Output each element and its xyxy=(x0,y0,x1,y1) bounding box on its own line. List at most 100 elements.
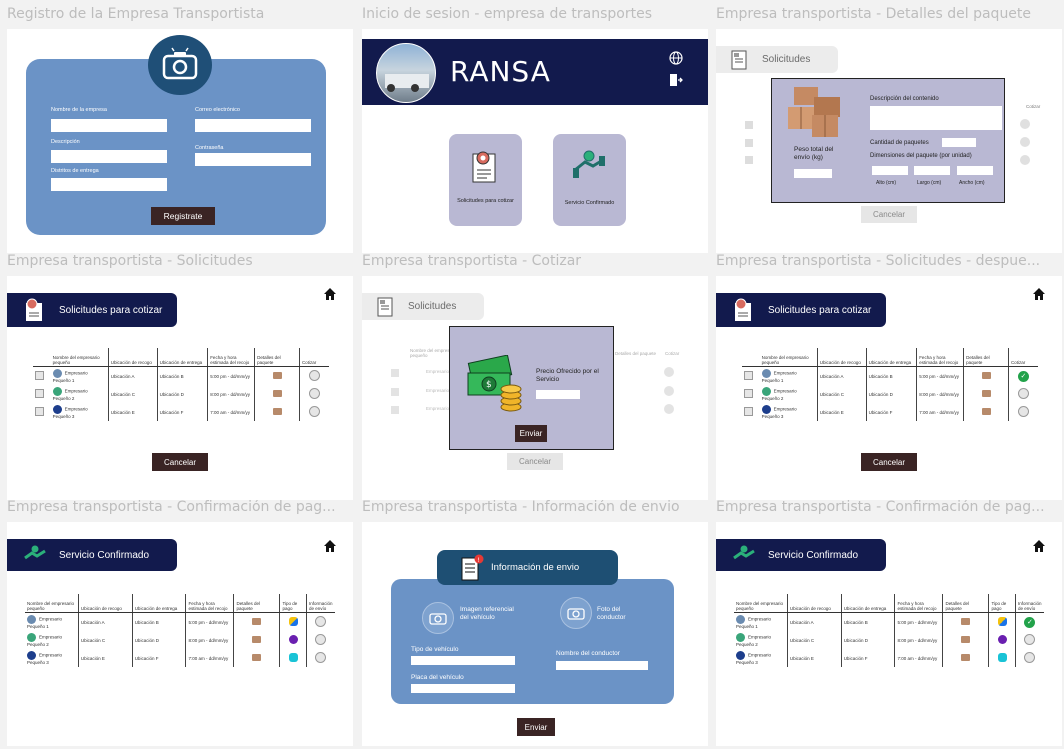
package-icon[interactable] xyxy=(961,636,971,643)
frame-label-login: Inicio de sesion - empresa de transporte… xyxy=(362,6,652,22)
price-field[interactable] xyxy=(536,390,580,399)
cotizar-radio[interactable] xyxy=(308,370,320,381)
cantidad-field[interactable] xyxy=(942,138,976,147)
th-info: Información de envío xyxy=(1014,594,1044,613)
vehicle-camera-icon[interactable] xyxy=(422,602,454,634)
peso-field[interactable] xyxy=(794,169,832,178)
driver-camera-icon[interactable] xyxy=(560,597,592,629)
package-icon[interactable] xyxy=(961,618,971,625)
cancel-button[interactable]: Cancelar xyxy=(861,453,917,471)
info-radio[interactable] xyxy=(315,616,327,627)
imagen-vehiculo-label: Imagen referencial del vehículo xyxy=(460,606,514,621)
package-icon[interactable] xyxy=(252,654,262,661)
largo-field[interactable] xyxy=(914,166,950,175)
company-logo xyxy=(761,387,771,396)
cancel-button[interactable]: Cancelar xyxy=(861,206,917,223)
bg-checkbox xyxy=(391,406,399,414)
row-recogo: Ubicación C xyxy=(107,385,158,403)
package-icon[interactable] xyxy=(252,636,262,643)
confirmed-table: Nombre del empresario pequeño Ubicación … xyxy=(25,594,335,667)
cantidad-label: Cantidad de paquetes xyxy=(870,140,929,146)
cotizar-radio[interactable] xyxy=(308,406,320,417)
home-icon[interactable] xyxy=(1032,539,1046,553)
card-solicitudes-cotizar[interactable]: Solicitudes para cotizar xyxy=(449,134,522,226)
company-logo xyxy=(736,633,745,642)
check-icon[interactable]: ✓ xyxy=(1017,370,1029,382)
logout-icon[interactable] xyxy=(669,73,683,87)
th-recogo: Ubicación de recogo xyxy=(77,594,133,613)
row-recogo: Ubicación C xyxy=(816,385,867,403)
camera-icon[interactable] xyxy=(148,35,212,95)
solicitudes-cotizar-tab[interactable]: Solicitudes para cotizar xyxy=(716,293,886,327)
cotizar-radio[interactable] xyxy=(308,388,320,399)
ancho-field[interactable] xyxy=(957,166,993,175)
home-icon[interactable] xyxy=(323,287,337,301)
correo-input[interactable] xyxy=(195,119,311,132)
package-icon[interactable] xyxy=(272,390,282,397)
package-icon[interactable] xyxy=(981,372,991,379)
solicitudes-tab[interactable]: Solicitudes xyxy=(716,46,838,73)
info-radio[interactable] xyxy=(315,634,327,645)
nombre-input[interactable] xyxy=(51,119,167,132)
row-checkbox[interactable] xyxy=(744,389,753,398)
correo-label: Correo electrónico xyxy=(195,107,240,113)
home-icon[interactable] xyxy=(1032,287,1046,301)
row-checkbox[interactable] xyxy=(35,407,44,416)
row-entrega: Ubicación B xyxy=(840,612,895,631)
company-logo xyxy=(761,405,771,414)
row-recogo: Ubicación A xyxy=(77,612,133,631)
nombre-conductor-input[interactable] xyxy=(556,661,648,670)
package-icon[interactable] xyxy=(981,408,991,415)
descripcion-contenido-field[interactable] xyxy=(870,106,1002,130)
bg-checkbox xyxy=(391,388,399,396)
cotizar-radio[interactable] xyxy=(1017,388,1029,399)
cancel-button[interactable]: Cancelar xyxy=(507,453,563,470)
frame-label-detalles: Empresa transportista - Detalles del paq… xyxy=(716,6,1032,22)
solicitudes-tab[interactable]: Solicitudes xyxy=(362,293,484,320)
package-icon[interactable] xyxy=(961,654,971,661)
card-servicio-confirmado[interactable]: Servicio Confirmado xyxy=(553,134,626,226)
package-icon[interactable] xyxy=(272,408,282,415)
row-entrega: Ubicación F xyxy=(865,403,917,421)
yape-icon xyxy=(288,635,298,644)
yape-icon xyxy=(997,635,1007,644)
placa-input[interactable] xyxy=(411,684,515,693)
tipo-vehiculo-input[interactable] xyxy=(411,656,515,665)
descripcion-input[interactable] xyxy=(51,150,167,163)
globe-icon[interactable] xyxy=(669,51,683,65)
cotizar-radio[interactable] xyxy=(1017,406,1029,417)
frame-detalles: Solicitudes Cotizar Descripción del cont… xyxy=(716,29,1062,253)
row-entrega: Ubicación D xyxy=(131,631,186,649)
th-pago: Tipo de pago xyxy=(279,594,307,613)
servicio-confirmado-tab[interactable]: Servicio Confirmado xyxy=(7,539,177,571)
details-modal: Descripción del contenido Cantidad de pa… xyxy=(771,78,1005,203)
row-checkbox[interactable] xyxy=(744,371,753,380)
check-icon[interactable]: ✓ xyxy=(1024,616,1036,628)
package-icon[interactable] xyxy=(252,618,262,625)
solicitudes-cotizar-tab[interactable]: Solicitudes para cotizar xyxy=(7,293,177,327)
table-row: Empresario Pequeño 3 Ubicación E Ubicaci… xyxy=(25,649,335,667)
th-nombre: Nombre del empresario pequeño xyxy=(759,348,818,367)
distritos-input[interactable] xyxy=(51,178,167,191)
package-icon[interactable] xyxy=(272,372,282,379)
send-button[interactable]: Enviar xyxy=(517,718,555,736)
row-checkbox[interactable] xyxy=(35,389,44,398)
alto-field[interactable] xyxy=(872,166,908,175)
register-button[interactable]: Registrate xyxy=(151,207,215,225)
cancel-button[interactable]: Cancelar xyxy=(152,453,208,471)
bg-detalles: Detalles del paquete xyxy=(615,351,657,356)
home-icon[interactable] xyxy=(323,539,337,553)
row-checkbox[interactable] xyxy=(744,407,753,416)
row-entrega: Ubicación B xyxy=(865,366,917,385)
servicio-confirmado-tab[interactable]: Servicio Confirmado xyxy=(716,539,886,571)
send-button[interactable]: Enviar xyxy=(515,425,547,442)
row-fecha: 8:00 pm - dd/mm/yy xyxy=(185,631,234,649)
info-radio[interactable] xyxy=(1024,634,1036,645)
contrasena-input[interactable] xyxy=(195,153,311,166)
row-checkbox[interactable] xyxy=(35,371,44,380)
info-radio[interactable] xyxy=(315,652,327,663)
info-radio[interactable] xyxy=(1024,652,1036,663)
package-icon[interactable] xyxy=(981,390,991,397)
company-logo xyxy=(52,387,62,396)
company-logo xyxy=(27,633,36,642)
